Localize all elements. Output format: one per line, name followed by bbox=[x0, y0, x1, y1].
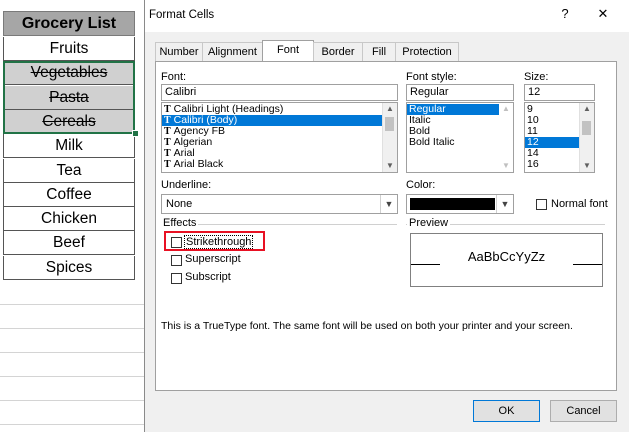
empty-row[interactable] bbox=[0, 400, 144, 401]
preview-baseline-right bbox=[573, 264, 602, 265]
scroll-down-icon[interactable]: ▼ bbox=[580, 160, 594, 172]
close-button[interactable]: ✕ bbox=[593, 6, 613, 22]
font-style-input[interactable]: Regular bbox=[406, 84, 514, 101]
scroll-up-icon: ▲ bbox=[502, 104, 510, 113]
scroll-down-icon: ▼ bbox=[502, 161, 510, 170]
superscript-checkbox[interactable] bbox=[171, 255, 182, 266]
empty-row[interactable] bbox=[0, 328, 144, 329]
list-item[interactable]: Fruits bbox=[3, 37, 135, 61]
subscript-label[interactable]: Subscript bbox=[185, 271, 231, 283]
empty-row[interactable] bbox=[0, 424, 144, 425]
tab-font[interactable]: Font bbox=[262, 40, 314, 62]
tab-alignment[interactable]: Alignment bbox=[202, 42, 263, 61]
spreadsheet: Grocery List Fruits Vegetables Pasta Cereal… bbox=[0, 0, 144, 432]
list-item[interactable]: Pasta bbox=[3, 85, 135, 110]
scroll-thumb[interactable] bbox=[582, 121, 591, 135]
scroll-thumb[interactable] bbox=[385, 117, 394, 131]
list-item[interactable]: T Arial Black bbox=[162, 158, 397, 171]
truetype-icon: T bbox=[164, 148, 171, 159]
cell-text: Chicken bbox=[41, 210, 97, 228]
list-item-label: 16 bbox=[527, 158, 539, 170]
color-swatch bbox=[410, 198, 495, 210]
list-item[interactable]: Spices bbox=[3, 255, 135, 280]
title-bar: Format Cells ? ✕ bbox=[145, 0, 629, 32]
chevron-down-icon[interactable]: ▼ bbox=[380, 195, 397, 213]
cancel-button[interactable]: Cancel bbox=[550, 400, 617, 422]
fill-handle[interactable] bbox=[132, 130, 139, 137]
list-item[interactable]: T Algerian bbox=[162, 137, 397, 149]
format-cells-dialog: Format Cells ? ✕ Number Alignment Font B… bbox=[144, 0, 629, 432]
preview-box: AaBbCcYyZz bbox=[410, 233, 603, 287]
list-item[interactable]: Milk bbox=[3, 134, 135, 159]
underline-value: None bbox=[166, 198, 193, 210]
color-dropdown[interactable]: ▼ bbox=[406, 194, 514, 214]
style-list-scrollbar[interactable]: ▲ ▼ bbox=[499, 103, 513, 172]
cell-text: Fruits bbox=[49, 40, 89, 57]
font-style-listbox[interactable]: Regular Italic Bold Bold Italic ▲ ▼ bbox=[406, 102, 514, 173]
info-text: This is a TrueType font. The same font w… bbox=[161, 320, 573, 332]
list-item-label: Arial Black bbox=[173, 158, 224, 170]
scroll-up-icon[interactable]: ▲ bbox=[383, 103, 397, 115]
size-label: Size: bbox=[524, 71, 549, 83]
size-list-scrollbar[interactable]: ▲ ▼ bbox=[579, 103, 594, 172]
normal-font-label: Normal font bbox=[551, 198, 608, 210]
highlight-box bbox=[164, 231, 265, 251]
font-listbox[interactable]: T Calibri Light (Headings) T Calibri (Body)… bbox=[161, 102, 398, 173]
tab-protection[interactable]: Protection bbox=[395, 42, 459, 61]
truetype-icon: T bbox=[164, 159, 171, 170]
cell-text: Spices bbox=[45, 258, 93, 276]
help-button[interactable]: ? bbox=[555, 6, 575, 21]
tab-number[interactable]: Number bbox=[155, 42, 203, 61]
effects-label: Effects bbox=[161, 217, 199, 229]
color-label: Color: bbox=[406, 179, 436, 191]
chevron-down-icon[interactable]: ▼ bbox=[496, 195, 513, 213]
cell-text: Tea bbox=[56, 161, 82, 179]
list-item[interactable]: Tea bbox=[3, 158, 135, 183]
font-tab-panel: Font: Calibri T Calibri Light (Headings) T… bbox=[155, 61, 617, 391]
preview-baseline-left bbox=[411, 264, 440, 265]
list-item[interactable]: Beef bbox=[3, 231, 135, 256]
cell-text: Beef bbox=[53, 234, 85, 252]
empty-row[interactable] bbox=[0, 304, 144, 305]
font-label: Font: bbox=[161, 71, 187, 83]
truetype-icon: T bbox=[164, 115, 171, 126]
underline-label: Underline: bbox=[161, 179, 212, 191]
font-list-scrollbar[interactable]: ▲ ▼ bbox=[382, 103, 397, 172]
list-item[interactable]: Vegetables bbox=[3, 61, 135, 86]
empty-row[interactable] bbox=[0, 376, 144, 377]
cell-text: Coffee bbox=[46, 185, 92, 203]
cell-text: Cereals bbox=[42, 112, 96, 130]
preview-text: AaBbCcYyZz bbox=[467, 249, 546, 264]
scroll-up-icon[interactable]: ▲ bbox=[580, 103, 594, 115]
scroll-down-icon[interactable]: ▼ bbox=[383, 160, 397, 172]
size-listbox[interactable]: 9 10 11 12 14 16 ▲ ▼ bbox=[524, 102, 595, 173]
dialog-title: Format Cells bbox=[149, 9, 215, 21]
header-cell[interactable]: Grocery List bbox=[3, 11, 135, 36]
cell-text: Milk bbox=[55, 137, 83, 155]
cell-text: Pasta bbox=[49, 88, 89, 106]
tab-fill[interactable]: Fill bbox=[362, 42, 396, 61]
font-input[interactable]: Calibri bbox=[161, 84, 398, 101]
normal-font-checkbox[interactable] bbox=[536, 199, 547, 210]
truetype-icon: T bbox=[164, 104, 171, 115]
preview-label: Preview bbox=[407, 217, 451, 229]
list-item[interactable]: Cereals bbox=[3, 109, 135, 134]
truetype-icon: T bbox=[164, 126, 171, 137]
truetype-icon: T bbox=[164, 137, 171, 148]
superscript-label[interactable]: Superscript bbox=[185, 253, 241, 265]
list-item[interactable]: Chicken bbox=[3, 207, 135, 232]
font-style-label: Font style: bbox=[406, 71, 457, 83]
size-input[interactable]: 12 bbox=[524, 84, 595, 101]
list-item-label: Bold Italic bbox=[409, 136, 455, 148]
subscript-checkbox[interactable] bbox=[171, 273, 182, 284]
ok-button[interactable]: OK bbox=[473, 400, 540, 422]
list-item[interactable]: Bold Italic bbox=[407, 137, 513, 148]
empty-row[interactable] bbox=[0, 352, 144, 353]
tab-border[interactable]: Border bbox=[313, 42, 363, 61]
underline-dropdown[interactable]: None ▼ bbox=[161, 194, 398, 214]
cell-text: Vegetables bbox=[30, 64, 108, 82]
list-item[interactable]: Coffee bbox=[3, 182, 135, 207]
